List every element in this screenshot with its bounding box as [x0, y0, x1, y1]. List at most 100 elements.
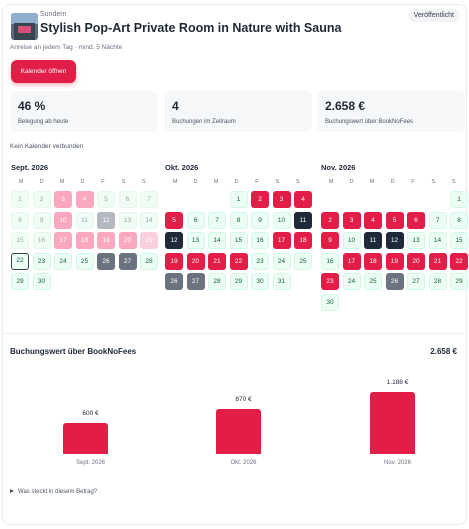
calendar-day[interactable]: 25 — [294, 252, 312, 270]
calendar-day[interactable]: 18 — [75, 232, 94, 249]
weekday-label: S — [451, 179, 456, 185]
calendar-day[interactable]: 29 — [11, 273, 29, 290]
calendar-day[interactable]: 24 — [54, 252, 72, 270]
calendar-day[interactable]: 1 — [11, 191, 29, 208]
empty-day-cell — [321, 191, 339, 208]
calendar-day[interactable]: 21 — [208, 252, 226, 270]
calendar-day[interactable]: 23 — [251, 252, 269, 270]
calendar-day[interactable]: 7 — [140, 191, 158, 208]
calendar-day[interactable]: 29 — [450, 273, 468, 290]
calendar-day[interactable]: 26 — [97, 252, 115, 270]
calendar-day[interactable]: 8 — [229, 211, 248, 229]
calendar-day[interactable]: 6 — [186, 211, 205, 229]
calendar-day[interactable]: 2 — [321, 211, 339, 229]
calendar-day[interactable]: 22 — [450, 252, 468, 270]
calendar-day[interactable]: 25 — [364, 273, 382, 290]
calendar-day[interactable]: 19 — [97, 232, 115, 249]
calendar-day[interactable]: 8 — [11, 211, 29, 229]
calendar-day[interactable]: 28 — [140, 252, 158, 270]
calendar-day[interactable]: 6 — [407, 211, 425, 229]
calendar-day[interactable]: 3 — [342, 211, 361, 229]
calendar-day[interactable]: 20 — [118, 232, 137, 249]
calendar-day[interactable]: 14 — [140, 211, 158, 229]
calendar-day[interactable]: 3 — [272, 191, 291, 208]
calendar-day[interactable]: 16 — [251, 232, 269, 249]
calendar-day[interactable]: 21 — [428, 252, 447, 270]
calendar-day[interactable]: 29 — [229, 273, 248, 290]
calendar-day[interactable]: 6 — [118, 191, 137, 208]
calendar-day[interactable]: 10 — [54, 211, 72, 229]
details-toggle-label: Was steckt in diesem Betrag? — [18, 489, 98, 495]
calendar-day[interactable]: 26 — [165, 273, 183, 290]
calendar-day[interactable]: 11 — [75, 211, 94, 229]
calendar-day[interactable]: 4 — [75, 191, 94, 208]
calendar-day[interactable]: 7 — [208, 211, 226, 229]
calendar-day[interactable]: 19 — [165, 252, 183, 270]
calendar-day[interactable]: 31 — [272, 273, 291, 290]
calendar-day[interactable]: 14 — [428, 232, 447, 249]
calendar-day[interactable]: 28 — [428, 273, 447, 290]
calendar-day[interactable]: 11 — [294, 211, 312, 229]
calendar-day[interactable]: 18 — [364, 252, 382, 270]
calendar-day[interactable]: 13 — [407, 232, 425, 249]
calendar-day[interactable]: 14 — [208, 232, 226, 249]
calendar-day[interactable]: 5 — [385, 211, 404, 229]
calendar-day[interactable]: 5 — [165, 211, 183, 229]
calendar-day[interactable]: 17 — [54, 232, 72, 249]
calendar-day[interactable]: 21 — [140, 232, 158, 249]
calendar-day[interactable]: 10 — [342, 232, 361, 249]
calendar-day[interactable]: 27 — [186, 273, 205, 290]
calendar-day[interactable]: 16 — [321, 252, 339, 270]
calendar-day[interactable]: 1 — [450, 191, 468, 208]
calendar-day[interactable]: 27 — [118, 252, 137, 270]
calendar-day[interactable]: 20 — [407, 252, 425, 270]
calendar-day[interactable]: 17 — [272, 232, 291, 249]
calendar-day[interactable]: 2 — [251, 191, 269, 208]
calendar-day[interactable]: 24 — [272, 252, 291, 270]
calendar-day[interactable]: 24 — [342, 273, 361, 290]
calendar-day[interactable]: 9 — [251, 211, 269, 229]
calendar-day[interactable]: 30 — [321, 293, 339, 311]
calendar-day[interactable]: 9 — [321, 232, 339, 249]
calendar-day[interactable]: 2 — [32, 191, 51, 208]
calendar-day[interactable]: 22 — [11, 252, 29, 270]
calendar-day[interactable]: 4 — [294, 191, 312, 208]
open-calendar-button[interactable]: Kalender öffnen — [11, 60, 76, 83]
calendar-day[interactable]: 17 — [342, 252, 361, 270]
calendar-day[interactable]: 7 — [428, 211, 447, 229]
calendar-day[interactable]: 12 — [97, 211, 115, 229]
calendar-day[interactable]: 12 — [165, 232, 183, 249]
calendar-day[interactable]: 9 — [32, 211, 51, 229]
calendar-day[interactable]: 12 — [385, 232, 404, 249]
calendar-day[interactable]: 25 — [75, 252, 94, 270]
amount-details-toggle[interactable]: Was steckt in diesem Betrag? — [10, 489, 97, 495]
calendar-day[interactable]: 26 — [385, 273, 404, 290]
calendar-day[interactable]: 10 — [272, 211, 291, 229]
calendar-day[interactable]: 15 — [450, 232, 468, 249]
calendar-day[interactable]: 22 — [229, 252, 248, 270]
calendar-day[interactable]: 11 — [364, 232, 382, 249]
calendar-day[interactable]: 30 — [251, 273, 269, 290]
calendar-day[interactable]: 28 — [208, 273, 226, 290]
calendar-day[interactable]: 5 — [97, 191, 115, 208]
listing-title[interactable]: Stylish Pop-Art Private Room in Nature w… — [40, 21, 341, 35]
calendar-day[interactable]: 18 — [294, 232, 312, 249]
calendar-day[interactable]: 8 — [450, 211, 468, 229]
calendar-day[interactable]: 16 — [32, 232, 51, 249]
calendar-day[interactable]: 13 — [186, 232, 205, 249]
calendar-day[interactable]: 20 — [186, 252, 205, 270]
calendar-day[interactable]: 19 — [385, 252, 404, 270]
calendar-day[interactable]: 27 — [407, 273, 425, 290]
calendar-day[interactable]: 1 — [229, 191, 248, 208]
calendar-day[interactable]: 15 — [229, 232, 248, 249]
calendar-day[interactable]: 3 — [54, 191, 72, 208]
weekday-label: D — [80, 179, 85, 185]
calendar-day[interactable]: 30 — [32, 273, 51, 290]
calendar-day[interactable]: 15 — [11, 232, 29, 249]
day-grid: 1 2 3 4 5 6 7 8 9 10 11 12 13 14 15 16 17 18 19 20 21 22 23 24 2… — [321, 191, 468, 311]
listing-thumbnail[interactable] — [11, 13, 38, 40]
calendar-day[interactable]: 23 — [321, 273, 339, 290]
calendar-day[interactable]: 23 — [32, 252, 51, 270]
calendar-day[interactable]: 4 — [364, 211, 382, 229]
calendar-day[interactable]: 13 — [118, 211, 137, 229]
